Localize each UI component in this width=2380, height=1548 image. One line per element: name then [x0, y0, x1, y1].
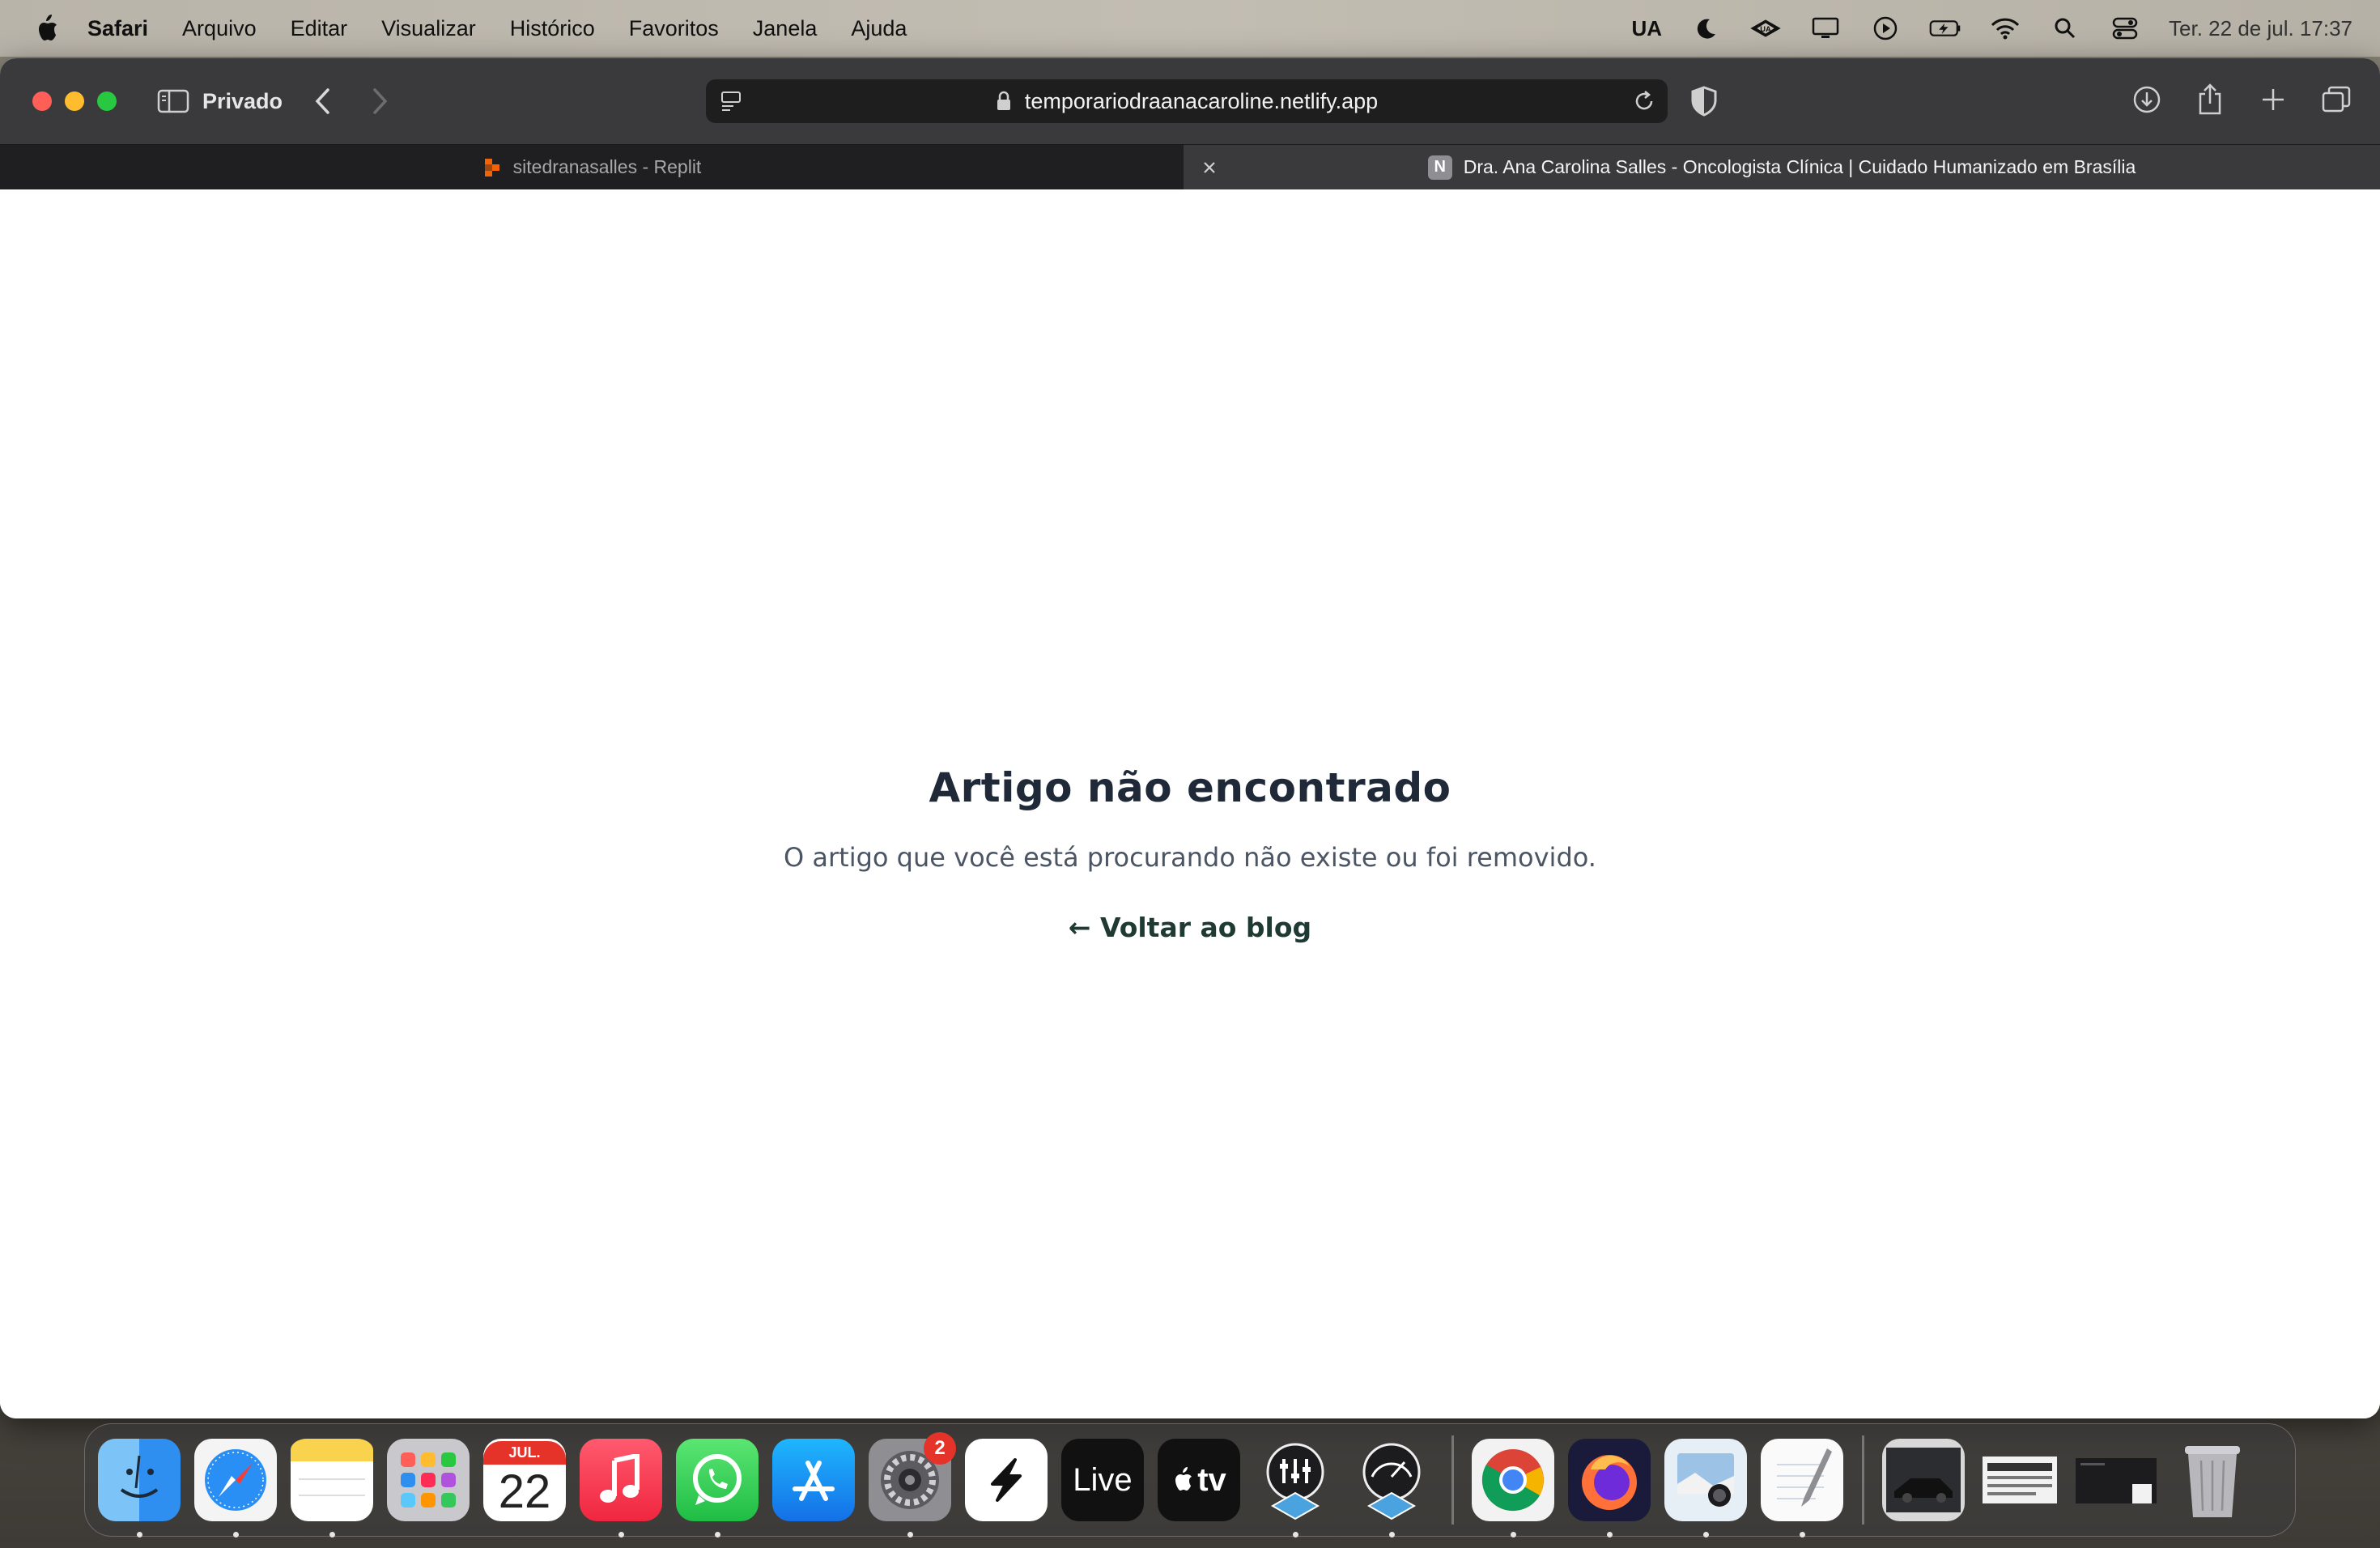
- wifi-icon[interactable]: [1989, 12, 2021, 45]
- not-found-message: O artigo que você está procurando não ex…: [784, 842, 1596, 873]
- app-store-icon[interactable]: [772, 1439, 855, 1521]
- launchpad-icon[interactable]: [387, 1439, 470, 1521]
- tab-title: sitedranasalles - Replit: [512, 156, 702, 177]
- minimize-window-button[interactable]: [65, 91, 84, 111]
- page-content: Artigo não encontrado O artigo que você …: [0, 189, 2380, 1418]
- whatsapp-icon[interactable]: [676, 1439, 759, 1537]
- menu-clock[interactable]: Ter. 22 de jul. 17:37: [2169, 16, 2352, 41]
- tv-icon[interactable]: tv: [1158, 1439, 1240, 1521]
- gear-icon[interactable]: 2: [869, 1432, 956, 1537]
- window-controls: [32, 91, 117, 111]
- menu-bar: Safari Arquivo Editar Visualizar Históri…: [0, 0, 2380, 57]
- forward-button[interactable]: [363, 85, 396, 117]
- lock-icon: [996, 90, 1015, 113]
- back-button[interactable]: [307, 85, 339, 117]
- calendar-day: 22: [498, 1465, 551, 1518]
- netlify-favicon-icon: N: [1427, 155, 1452, 180]
- notification-badge: 2: [924, 1432, 956, 1465]
- battery-icon[interactable]: [1929, 12, 1961, 45]
- reload-icon[interactable]: [1630, 87, 1658, 115]
- address-bar[interactable]: temporariodraanacaroline.netlify.app: [706, 79, 1668, 123]
- thumbnail-icon[interactable]: [1978, 1439, 2061, 1521]
- control-center-icon[interactable]: [2109, 12, 2141, 45]
- live-icon[interactable]: Live: [1061, 1439, 1144, 1521]
- thumbnail-icon[interactable]: [1882, 1439, 1965, 1521]
- thumbnail-icon[interactable]: [2075, 1439, 2157, 1521]
- zoom-window-button[interactable]: [97, 91, 117, 111]
- dock: JUL. 22 2 Live tv: [84, 1423, 2296, 1537]
- private-browsing-label[interactable]: Privado: [202, 89, 283, 114]
- close-tab-icon[interactable]: [1198, 156, 1221, 179]
- trash-icon[interactable]: [2171, 1439, 2254, 1521]
- music-icon[interactable]: [580, 1439, 662, 1537]
- menu-visualizar[interactable]: Visualizar: [381, 16, 476, 41]
- safari-toolbar: Privado temporariodraanacaroline.netlify…: [0, 58, 2380, 144]
- chrome-icon[interactable]: [1472, 1439, 1554, 1537]
- capcut-icon[interactable]: [965, 1439, 1048, 1521]
- url-text[interactable]: temporariodraanacaroline.netlify.app: [1025, 89, 1378, 114]
- safari-icon[interactable]: [194, 1439, 277, 1537]
- calendar-icon[interactable]: JUL. 22: [483, 1439, 566, 1521]
- tv-label: tv: [1197, 1461, 1226, 1498]
- sidebar-toggle-icon[interactable]: [157, 87, 189, 115]
- display-icon[interactable]: [1809, 12, 1842, 45]
- preview-icon[interactable]: [1664, 1439, 1747, 1537]
- close-window-button[interactable]: [32, 91, 52, 111]
- menu-app-name[interactable]: Safari: [87, 16, 148, 41]
- firefox-icon[interactable]: [1568, 1439, 1651, 1537]
- ua-console-icon[interactable]: [1254, 1439, 1337, 1537]
- tab-overview-icon[interactable]: [2320, 81, 2352, 118]
- page-title: Artigo não encontrado: [929, 764, 1451, 811]
- tab-bar: sitedranasalles - Replit N Dra. Ana Caro…: [0, 144, 2380, 189]
- dock-separator: [1862, 1435, 1864, 1525]
- new-tab-icon[interactable]: [2257, 81, 2289, 118]
- menu-editar[interactable]: Editar: [291, 16, 348, 41]
- textedit-icon[interactable]: [1761, 1439, 1843, 1537]
- ua-meter-icon[interactable]: [1350, 1439, 1433, 1537]
- menu-ajuda[interactable]: Ajuda: [851, 16, 907, 41]
- safari-window: Privado temporariodraanacaroline.netlify…: [0, 58, 2380, 1418]
- svg-text:UA: UA: [1760, 25, 1771, 33]
- back-to-blog-link[interactable]: ← Voltar ao blog: [1069, 912, 1311, 943]
- tab-replit[interactable]: sitedranasalles - Replit: [0, 145, 1184, 189]
- replit-favicon-icon: [482, 158, 502, 177]
- page-menu-icon[interactable]: [717, 87, 745, 115]
- ua-logo-icon[interactable]: UA: [1749, 12, 1782, 45]
- moon-icon[interactable]: [1689, 12, 1722, 45]
- menu-favoritos[interactable]: Favoritos: [629, 16, 719, 41]
- apple-icon[interactable]: [31, 12, 63, 45]
- share-icon[interactable]: [2194, 81, 2226, 118]
- menu-janela[interactable]: Janela: [753, 16, 818, 41]
- play-circle-icon[interactable]: [1869, 12, 1902, 45]
- privacy-shield-icon[interactable]: [1690, 86, 1718, 117]
- menu-arquivo[interactable]: Arquivo: [182, 16, 257, 41]
- live-label: Live: [1073, 1461, 1133, 1498]
- tab-current[interactable]: N Dra. Ana Carolina Salles - Oncologista…: [1184, 145, 2380, 189]
- finder-icon[interactable]: [98, 1439, 181, 1537]
- dock-separator: [1451, 1435, 1454, 1525]
- search-icon[interactable]: [2049, 12, 2081, 45]
- notes-icon[interactable]: [291, 1439, 373, 1537]
- calendar-month: JUL.: [483, 1441, 566, 1465]
- menu-historico[interactable]: Histórico: [510, 16, 595, 41]
- tab-title: Dra. Ana Carolina Salles - Oncologista C…: [1463, 156, 2136, 177]
- ua-status-text[interactable]: UA: [1631, 16, 1662, 41]
- downloads-icon[interactable]: [2131, 81, 2163, 118]
